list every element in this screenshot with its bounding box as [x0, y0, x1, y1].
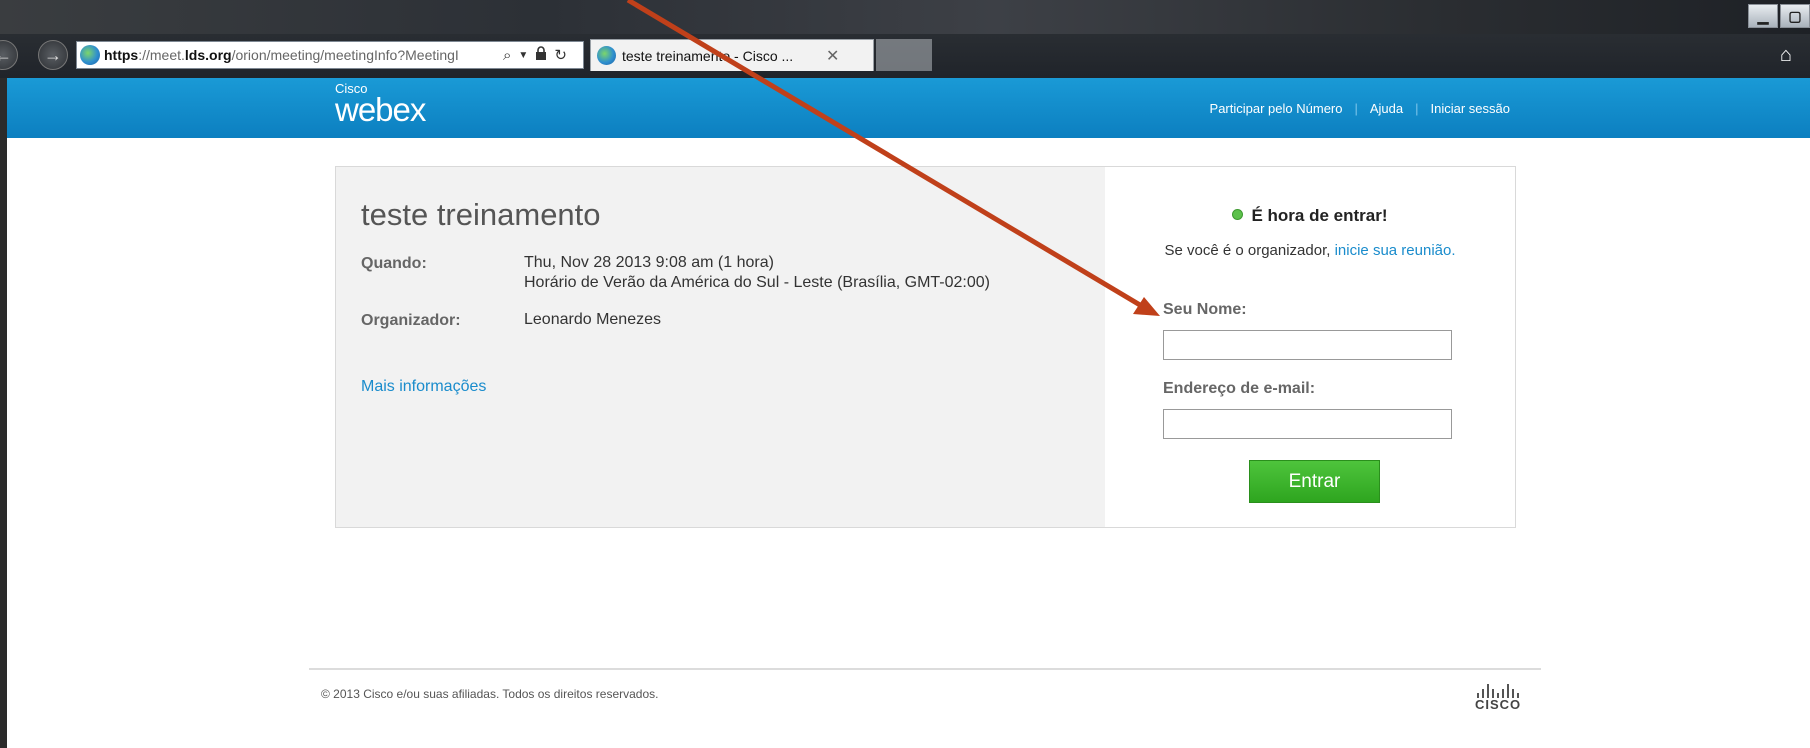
window-titlebar — [0, 0, 1810, 34]
nav-help[interactable]: Ajuda — [1370, 101, 1403, 116]
browser-chrome: ▁ ▢ ← → https://meet.lds.org/orion/meeti… — [0, 0, 1810, 78]
nav-separator: | — [1415, 101, 1419, 116]
address-bar[interactable]: https://meet.lds.org/orion/meeting/meeti… — [76, 41, 584, 69]
when-timezone: Horário de Verão da América do Sul - Les… — [524, 274, 990, 291]
window-controls: ▁ ▢ — [1748, 4, 1810, 28]
maximize-icon[interactable]: ▢ — [1780, 4, 1810, 28]
nav-separator: | — [1354, 101, 1358, 116]
when-value: Thu, Nov 28 2013 9:08 am (1 hora) Horári… — [524, 253, 990, 293]
back-icon[interactable]: ← — [0, 40, 18, 70]
refresh-icon[interactable]: ↻ — [554, 46, 567, 64]
nav-join-by-number[interactable]: Participar pelo Número — [1210, 101, 1343, 116]
forward-icon[interactable]: → — [38, 40, 68, 70]
start-meeting-link[interactable]: inicie sua reunião — [1335, 242, 1452, 259]
screen: ▁ ▢ ← → https://meet.lds.org/orion/meeti… — [0, 0, 1810, 748]
nav-sign-in[interactable]: Iniciar sessão — [1431, 101, 1510, 116]
enter-button[interactable]: Entrar — [1249, 460, 1380, 503]
status-dot-icon — [1232, 209, 1244, 220]
search-icon[interactable]: ⌕ — [503, 47, 511, 64]
globe-icon — [597, 46, 616, 65]
tab-title: teste treinamento - Cisco ... — [622, 47, 794, 64]
browser-tab[interactable]: teste treinamento - Cisco ... ✕ — [590, 39, 874, 71]
organizer-label: Organizador: — [361, 312, 461, 329]
lock-icon[interactable] — [535, 46, 547, 64]
site-header: Cisco webex Participar pelo Número | Aju… — [7, 78, 1810, 138]
join-panel: É hora de entrar! Se você é o organizado… — [1105, 167, 1515, 527]
url-text[interactable]: https://meet.lds.org/orion/meeting/meeti… — [104, 47, 497, 63]
navigation-bar: ← → https://meet.lds.org/orion/meeting/m… — [0, 38, 1810, 72]
copyright-text: © 2013 Cisco e/ou suas afiliadas. Todos … — [321, 687, 659, 701]
cisco-bars-icon — [1475, 684, 1521, 698]
address-bar-icons: ⌕ ▼ ↻ — [503, 46, 567, 64]
page-body: teste treinamento Quando: Thu, Nov 28 20… — [7, 138, 1810, 748]
logo-webex-text: webex — [335, 91, 426, 128]
name-label: Seu Nome: — [1163, 301, 1247, 318]
host-text-prefix: Se você é o organizador, — [1164, 242, 1331, 259]
name-input[interactable] — [1163, 330, 1452, 360]
join-status: É hora de entrar! — [1105, 206, 1515, 226]
when-date: Thu, Nov 28 2013 9:08 am (1 hora) — [524, 254, 774, 271]
home-icon[interactable]: ⌂ — [1780, 44, 1792, 67]
minimize-icon[interactable]: ▁ — [1748, 4, 1778, 28]
meeting-card: teste treinamento Quando: Thu, Nov 28 20… — [335, 166, 1516, 528]
organizer-value: Leonardo Menezes — [524, 311, 661, 328]
cisco-logo-text: CISCO — [1475, 697, 1522, 712]
host-text: Se você é o organizador, inicie sua reun… — [1160, 241, 1460, 261]
host-text-suffix: . — [1451, 242, 1456, 259]
globe-icon — [80, 45, 100, 65]
footer-divider — [309, 668, 1541, 670]
email-input[interactable] — [1163, 409, 1452, 439]
top-nav: Participar pelo Número | Ajuda | Iniciar… — [1210, 101, 1510, 116]
meeting-title: teste treinamento — [361, 197, 601, 232]
when-label: Quando: — [361, 255, 427, 272]
close-icon[interactable]: ✕ — [826, 46, 839, 66]
chevron-down-icon[interactable]: ▼ — [518, 50, 528, 61]
join-status-text: É hora de entrar! — [1251, 206, 1388, 225]
meeting-info-panel: teste treinamento Quando: Thu, Nov 28 20… — [336, 167, 1105, 527]
email-label: Endereço de e-mail: — [1163, 380, 1316, 397]
more-info-link[interactable]: Mais informações — [361, 378, 486, 396]
new-tab-button[interactable] — [876, 39, 932, 71]
webex-logo[interactable]: Cisco webex — [335, 82, 426, 128]
cisco-logo: CISCO — [1475, 684, 1521, 712]
